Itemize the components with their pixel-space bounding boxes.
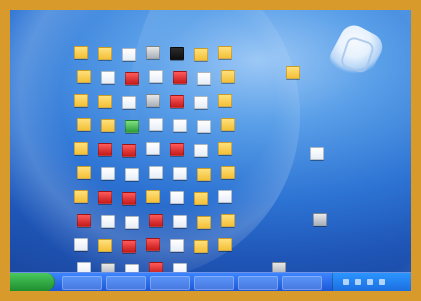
desktop-icon[interactable] [173,71,187,84]
desktop-icon[interactable] [194,240,208,253]
desktop-icon[interactable] [74,94,88,107]
desktop-icon[interactable] [221,118,235,131]
taskbar-item[interactable] [282,276,322,290]
taskbar-item[interactable] [194,276,234,290]
desktop-icon[interactable] [221,214,235,227]
desktop-icon[interactable] [149,166,163,179]
desktop-icon[interactable] [125,120,139,133]
desktop-icon[interactable] [197,168,211,181]
desktop-icon[interactable] [74,190,88,203]
desktop-icon[interactable] [218,94,232,107]
desktop-icon[interactable] [98,143,112,156]
taskbar-item[interactable] [238,276,278,290]
desktop-icon[interactable] [122,48,136,61]
desktop-icon[interactable] [77,118,91,131]
taskbar-item[interactable] [62,276,102,290]
desktop-icon[interactable] [170,239,184,252]
desktop-icon[interactable] [170,47,184,60]
tray-icon[interactable] [343,279,349,285]
desktop-icon[interactable] [173,167,187,180]
desktop-icon[interactable] [194,48,208,61]
desktop-icon[interactable] [77,214,91,227]
desktop-icon[interactable] [146,94,160,107]
taskbar-item[interactable] [106,276,146,290]
desktop-icon[interactable] [146,46,160,59]
desktop-icon[interactable] [122,144,136,157]
desktop-icon[interactable] [98,95,112,108]
desktop-icon[interactable] [149,70,163,83]
desktop-icon[interactable] [101,71,115,84]
desktop-icon[interactable] [194,144,208,157]
system-tray [332,273,411,291]
desktop-icon[interactable] [101,167,115,180]
desktop-icon[interactable] [218,46,232,59]
desktop-icon[interactable] [197,216,211,229]
desktop-icon[interactable] [170,143,184,156]
desktop-icon[interactable] [125,168,139,181]
desktop-icon[interactable] [170,191,184,204]
desktop-icon[interactable] [221,70,235,83]
desktop-icon[interactable] [218,142,232,155]
desktop-icon[interactable] [149,118,163,131]
desktop-icon[interactable] [101,119,115,132]
desktop-icon[interactable] [170,95,184,108]
desktop-icon[interactable] [218,238,232,251]
desktop-icon[interactable] [313,213,327,226]
desktop [10,10,411,291]
desktop-icon[interactable] [146,238,160,251]
tray-icon[interactable] [355,279,361,285]
desktop-icon[interactable] [122,96,136,109]
taskbar [10,272,411,291]
desktop-icon[interactable] [77,166,91,179]
desktop-icon[interactable] [98,47,112,60]
desktop-icon[interactable] [146,142,160,155]
desktop-icon[interactable] [74,238,88,251]
desktop-icon[interactable] [74,46,88,59]
desktop-icon[interactable] [173,119,187,132]
tray-icon[interactable] [367,279,373,285]
desktop-icon[interactable] [197,120,211,133]
desktop-icon[interactable] [221,166,235,179]
desktop-icon[interactable] [125,72,139,85]
desktop-icon[interactable] [98,239,112,252]
desktop-icon[interactable] [125,216,139,229]
desktop-icon[interactable] [197,72,211,85]
desktop-icon[interactable] [146,190,160,203]
desktop-icon[interactable] [98,191,112,204]
desktop-icon[interactable] [74,142,88,155]
desktop-icon[interactable] [101,215,115,228]
start-button[interactable] [10,273,55,291]
desktop-icon[interactable] [310,147,324,160]
desktop-icon[interactable] [122,240,136,253]
taskbar-item[interactable] [150,276,190,290]
desktop-icon[interactable] [77,70,91,83]
desktop-icon[interactable] [149,214,163,227]
desktop-icon[interactable] [194,96,208,109]
tray-icon[interactable] [379,279,385,285]
recycle-bin-icon[interactable] [324,20,388,86]
desktop-icon[interactable] [122,192,136,205]
desktop-icon[interactable] [194,192,208,205]
desktop-icon[interactable] [218,190,232,203]
desktop-icon[interactable] [173,215,187,228]
desktop-icon[interactable] [286,66,300,79]
